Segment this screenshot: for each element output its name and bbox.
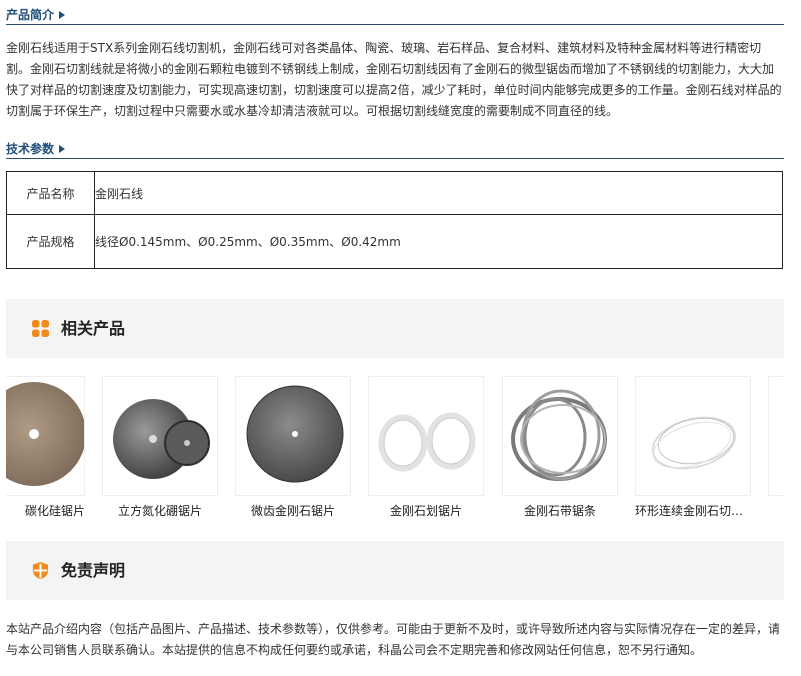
product-caption[interactable]: 立方氮化硼锯片 [102, 502, 218, 519]
table-row: 产品名称 金刚石线 [6, 171, 783, 215]
disclaimer-header: 免责声明 [6, 541, 784, 600]
product-caption[interactable]: 金刚石带锯条 [502, 502, 618, 519]
table-row: 产品规格 线径Ø0.145mm、Ø0.25mm、Ø0.35mm、Ø0.42mm [6, 214, 783, 269]
related-products-carousel[interactable]: 碳化硅锯片 立方氮化硼锯片 微齿金刚石锯片 金刚石划锯片 金刚石带锯条 环形连续… [6, 376, 784, 521]
intro-section-header: 产品简介 [6, 4, 784, 25]
product-card[interactable]: 金刚石划锯片 [368, 376, 484, 519]
product-card[interactable] [768, 376, 784, 496]
disclaimer-text: 本站产品介绍内容（包括产品图片、产品描述、技术参数等），仅供参考。可能由于更新不… [6, 622, 781, 657]
triangle-right-icon [59, 144, 66, 153]
product-image[interactable] [6, 376, 85, 496]
product-image[interactable] [768, 376, 784, 496]
product-image[interactable] [368, 376, 484, 496]
product-card[interactable]: 金刚石带锯条 [502, 376, 618, 519]
shield-icon [32, 561, 49, 580]
scribe-ring-icon [378, 412, 476, 472]
microtooth-blade-icon [246, 385, 344, 483]
triangle-right-icon [59, 10, 66, 19]
band-saw-icon [511, 389, 607, 481]
intro-text: 金刚石线适用于STX系列金刚石线切割机，金刚石线可对各类晶体、陶瓷、玻璃、岩石样… [6, 41, 782, 118]
related-products-header: 相关产品 [6, 299, 784, 358]
cbn-blade-icon [113, 399, 210, 479]
product-caption[interactable]: 微齿金刚石锯片 [235, 502, 351, 519]
diamond-blade-icon [6, 382, 84, 486]
product-card[interactable]: 微齿金刚石锯片 [235, 376, 351, 519]
disclaimer-title: 免责声明 [61, 561, 126, 580]
product-image[interactable] [502, 376, 618, 496]
params-section-title: 技术参数 [6, 142, 55, 156]
param-value: 线径Ø0.145mm、Ø0.25mm、Ø0.35mm、Ø0.42mm [94, 214, 783, 269]
flower-icon [31, 319, 50, 338]
related-products-title: 相关产品 [61, 319, 126, 338]
product-image[interactable] [102, 376, 218, 496]
product-card[interactable]: 环形连续金刚石切割线 [635, 376, 751, 519]
params-table: 产品名称 金刚石线 产品规格 线径Ø0.145mm、Ø0.25mm、Ø0.35m… [6, 171, 783, 269]
param-value: 金刚石线 [94, 171, 783, 215]
product-image[interactable] [635, 376, 751, 496]
product-caption[interactable]: 金刚石划锯片 [368, 502, 484, 519]
param-label: 产品名称 [6, 171, 95, 215]
params-section-header: 技术参数 [6, 138, 784, 159]
product-caption[interactable]: 碳化硅锯片 [6, 502, 85, 519]
param-label: 产品规格 [6, 214, 95, 269]
product-card[interactable]: 立方氮化硼锯片 [102, 376, 218, 519]
product-caption[interactable]: 环形连续金刚石切割线 [635, 502, 751, 519]
product-image[interactable] [235, 376, 351, 496]
intro-section-title: 产品简介 [6, 8, 55, 22]
wire-loop-icon [652, 416, 736, 470]
product-card[interactable]: 碳化硅锯片 [6, 376, 85, 519]
